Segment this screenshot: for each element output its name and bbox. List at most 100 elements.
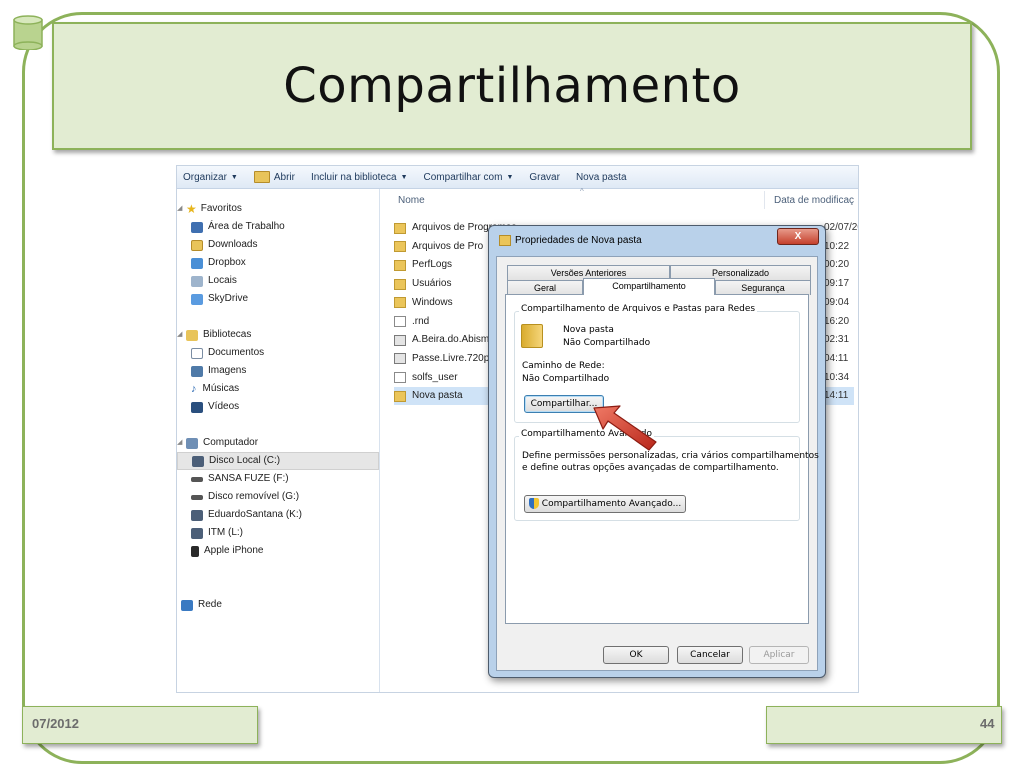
phone-icon [191, 545, 199, 557]
nav-removable[interactable]: Disco removível (G:) [191, 488, 299, 506]
file-name: Passe.Livre.720p [412, 352, 490, 364]
file-name: PerfLogs [412, 259, 453, 271]
apply-button[interactable]: Aplicar [749, 646, 809, 664]
skydrive-icon [191, 293, 203, 305]
file-name: A.Beira.do.Abism [412, 334, 490, 346]
chevron-down-icon: ▼ [230, 173, 238, 181]
advanced-description-line1: Define permissões personalizadas, cria v… [522, 451, 819, 461]
network-drive-icon [191, 509, 203, 521]
nav-itm[interactable]: ITM (L:) [191, 524, 243, 542]
desktop-icon [191, 221, 203, 233]
folder-icon [394, 222, 406, 234]
burn-button[interactable]: Gravar [529, 172, 560, 183]
close-button[interactable]: X [777, 228, 819, 245]
column-header-name[interactable]: Nome [398, 195, 425, 206]
file-date: 09:04 [824, 296, 850, 308]
file-name: Usuários [412, 278, 452, 290]
nav-iphone[interactable]: Apple iPhone [191, 542, 264, 560]
file-date: 16:20 [824, 315, 850, 327]
file-date: 14:11 [824, 390, 849, 402]
network-sharing-group-label: Compartilhamento de Arquivos e Pastas pa… [519, 304, 758, 314]
file-name: Windows [412, 296, 453, 308]
dialog-title: Propriedades de Nova pasta [515, 235, 642, 246]
folder-icon [394, 390, 406, 402]
nav-favorites[interactable]: ◢ ★ Favoritos [177, 200, 242, 218]
removable-drive-icon [191, 494, 203, 500]
pictures-icon [191, 365, 203, 377]
file-date: 10:22 [824, 240, 850, 252]
chevron-down-icon: ▼ [400, 173, 408, 181]
footer-page-box [766, 706, 1002, 744]
column-header-date[interactable]: Data de modificaç [774, 195, 854, 206]
computer-icon [186, 437, 198, 449]
folder-large-icon [521, 324, 543, 348]
nav-desktop[interactable]: Área de Trabalho [191, 218, 285, 236]
column-divider [764, 191, 765, 209]
file-name: solfs_user [412, 371, 458, 383]
nav-libraries[interactable]: ◢ Bibliotecas [177, 326, 251, 344]
title-box: Compartilhamento [52, 22, 972, 150]
navigation-pane: ◢ ★ Favoritos Área de Trabalho Downloads D… [177, 189, 380, 692]
share-status: Não Compartilhado [563, 338, 651, 348]
file-date: 02:31 [824, 334, 850, 346]
include-library-menu[interactable]: Incluir na biblioteca ▼ [311, 172, 408, 183]
recent-places-icon [191, 275, 203, 287]
footer-date: 07/2012 [32, 716, 79, 731]
page-number: 44 [980, 716, 995, 731]
nav-recent[interactable]: Locais [191, 272, 237, 290]
nav-eduardo[interactable]: EduardoSantana (K:) [191, 506, 302, 524]
nav-documents[interactable]: Documentos [191, 344, 264, 362]
expand-arrow-icon: ◢ [177, 331, 183, 338]
cancel-button[interactable]: Cancelar [677, 646, 743, 664]
star-icon: ★ [186, 202, 197, 216]
sharing-tab-content: Compartilhamento de Arquivos e Pastas pa… [495, 256, 819, 671]
ok-button[interactable]: OK [603, 646, 669, 664]
media-file-icon [394, 334, 406, 346]
folder-icon [253, 171, 270, 183]
folder-icon [394, 241, 406, 253]
music-icon: ♪ [191, 383, 197, 395]
organize-menu[interactable]: Organizar ▼ [183, 172, 238, 183]
advanced-description-line2: e define outras opções avançadas de comp… [522, 463, 779, 473]
nav-pictures[interactable]: Imagens [191, 362, 246, 380]
nav-local-disk[interactable]: Disco Local (C:) [177, 452, 379, 470]
annotation-arrow-icon [593, 405, 657, 451]
open-button[interactable]: Abrir [253, 171, 295, 183]
chevron-down-icon: ▼ [506, 173, 514, 181]
nav-downloads[interactable]: Downloads [191, 236, 257, 254]
expand-arrow-icon: ◢ [177, 205, 183, 212]
sort-caret-icon: ^ [580, 187, 584, 196]
expand-arrow-icon: ◢ [177, 439, 183, 446]
file-date: 10:34 [824, 371, 850, 383]
folder-icon [394, 259, 406, 271]
file-date: 04:11 [824, 352, 849, 364]
folder-icon [394, 297, 406, 309]
explorer-toolbar: Organizar ▼ Abrir Incluir na biblioteca ▼ … [177, 166, 858, 189]
share-with-menu[interactable]: Compartilhar com ▼ [424, 172, 514, 183]
slide-title: Compartilhamento [283, 58, 741, 114]
file-date: 09:17 [824, 278, 850, 290]
file-date: 00:20 [824, 259, 850, 271]
folder-name: Nova pasta [563, 325, 614, 335]
dialog-titlebar[interactable]: Propriedades de Nova pasta X [489, 226, 825, 252]
document-icon [394, 372, 406, 384]
drive-icon [192, 455, 204, 467]
cylinder-icon [13, 15, 43, 50]
nav-dropbox[interactable]: Dropbox [191, 254, 246, 272]
nav-skydrive[interactable]: SkyDrive [191, 290, 248, 308]
network-path-label: Caminho de Rede: [522, 361, 605, 371]
nav-videos[interactable]: Vídeos [191, 398, 239, 416]
media-file-icon [394, 353, 406, 365]
documents-icon [191, 347, 203, 359]
nav-sansa[interactable]: SANSA FUZE (F:) [191, 470, 289, 488]
network-icon [181, 599, 193, 611]
nav-network[interactable]: Rede [181, 596, 222, 614]
new-folder-button[interactable]: Nova pasta [576, 172, 627, 183]
tab-sharing[interactable]: Compartilhamento [583, 278, 715, 295]
advanced-sharing-button[interactable]: Compartilhamento Avançado... [524, 495, 686, 513]
folder-icon [499, 235, 511, 246]
shield-icon [528, 498, 539, 509]
nav-computer[interactable]: ◢ Computador [177, 434, 258, 452]
nav-music[interactable]: ♪ Músicas [191, 380, 239, 398]
file-date: 02/07/2012 10:21 [824, 222, 858, 233]
